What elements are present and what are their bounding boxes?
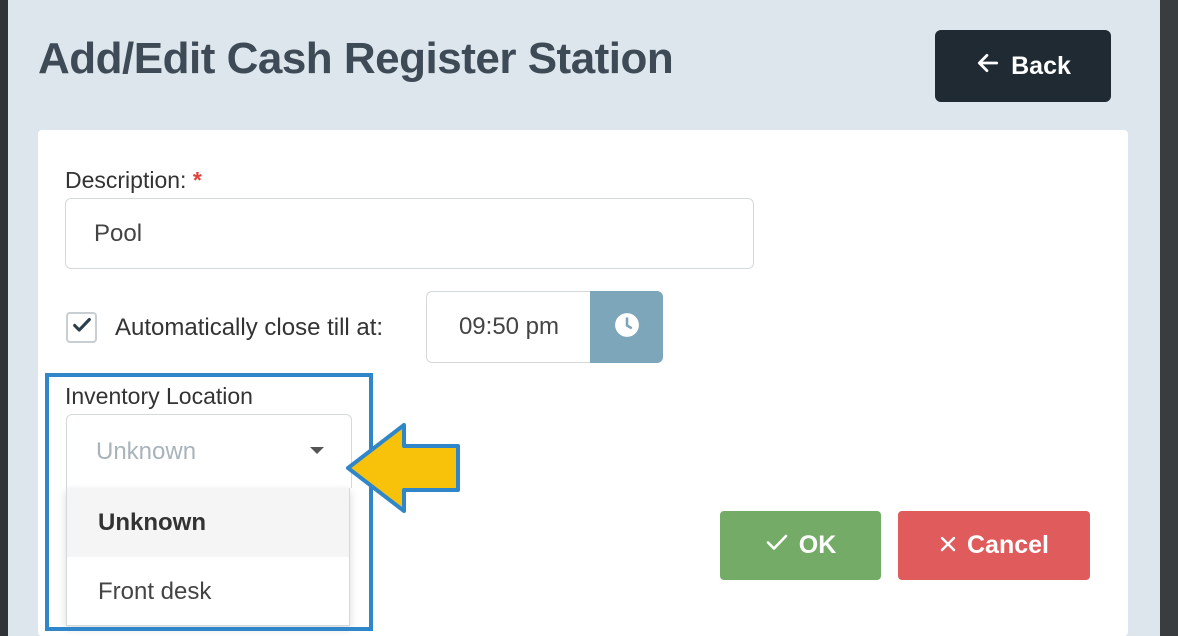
clock-icon	[614, 312, 640, 343]
cancel-button-label: Cancel	[967, 531, 1049, 559]
callout-arrow-icon	[346, 423, 460, 513]
page-title: Add/Edit Cash Register Station	[38, 34, 674, 83]
cancel-button[interactable]: Cancel	[898, 511, 1090, 580]
auto-close-checkbox[interactable]	[66, 312, 97, 343]
annotation-highlight-box	[45, 373, 373, 631]
auto-close-label: Automatically close till at:	[115, 314, 384, 341]
ok-button[interactable]: OK	[720, 511, 881, 580]
background-right-edge	[1160, 0, 1178, 636]
arrow-left-icon	[975, 50, 1001, 83]
back-button[interactable]: Back	[935, 30, 1111, 102]
time-picker-button[interactable]	[590, 291, 663, 363]
close-time-input[interactable]: 09:50 pm	[426, 291, 592, 363]
ok-button-label: OK	[798, 531, 837, 559]
checkmark-icon	[765, 530, 789, 561]
description-input[interactable]: Pool	[65, 198, 754, 269]
description-label: Description: *	[65, 167, 202, 193]
background-left-edge	[0, 0, 8, 636]
required-marker: *	[192, 167, 202, 193]
back-button-label: Back	[1011, 51, 1071, 80]
close-x-icon	[939, 531, 957, 560]
check-icon	[71, 314, 93, 341]
